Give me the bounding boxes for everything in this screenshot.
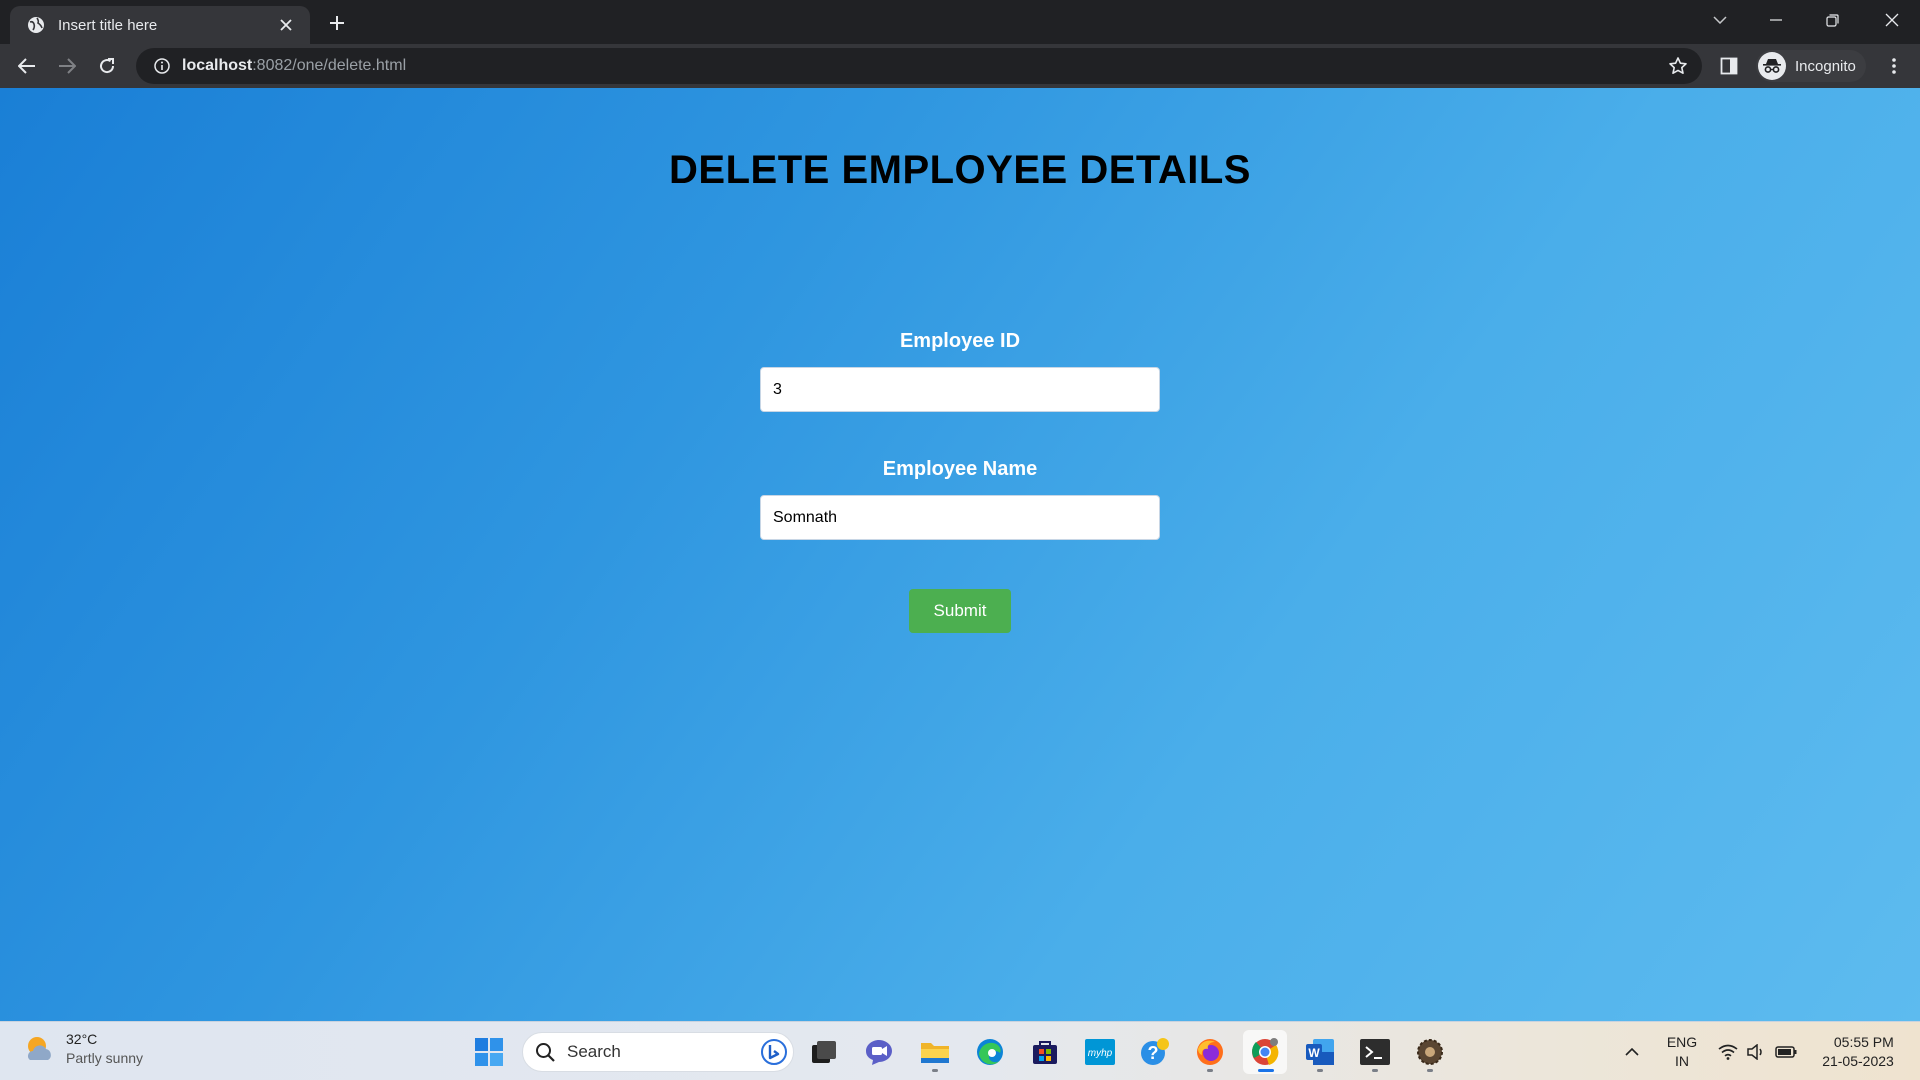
word-icon[interactable]: W bbox=[1298, 1030, 1342, 1074]
address-bar[interactable]: localhost:8082/one/delete.html bbox=[136, 48, 1702, 84]
running-indicator bbox=[1427, 1069, 1433, 1072]
url-path: :8082/one/delete.html bbox=[252, 57, 407, 74]
weather-condition: Partly sunny bbox=[66, 1050, 144, 1066]
chevron-up-icon[interactable] bbox=[1618, 1022, 1646, 1080]
language-line2: IN bbox=[1675, 1052, 1689, 1069]
url-text: localhost:8082/one/delete.html bbox=[182, 57, 406, 75]
clock-time: 05:55 PM bbox=[1833, 1033, 1894, 1050]
bing-icon[interactable] bbox=[759, 1037, 789, 1067]
svg-text:?: ? bbox=[1148, 1043, 1159, 1063]
weather-temperature: 32°C bbox=[66, 1031, 98, 1047]
svg-text:W: W bbox=[1308, 1046, 1320, 1060]
submit-button[interactable]: Submit bbox=[909, 589, 1011, 633]
terminal-icon[interactable] bbox=[1353, 1030, 1397, 1074]
incognito-profile-button[interactable]: Incognito bbox=[1756, 50, 1866, 82]
edge-icon[interactable] bbox=[968, 1030, 1012, 1074]
language-line1: ENG bbox=[1666, 1033, 1698, 1050]
browser-menu-icon[interactable] bbox=[1878, 50, 1910, 82]
close-window-button[interactable] bbox=[1864, 0, 1920, 40]
file-explorer-icon[interactable] bbox=[913, 1030, 957, 1074]
taskbar: 32°C Partly sunny Search myhp ? W ENG IN… bbox=[0, 1021, 1920, 1080]
clock[interactable]: 05:55 PM 21-05-2023 bbox=[1810, 1022, 1906, 1080]
running-indicator bbox=[1317, 1069, 1323, 1072]
settings-app-icon[interactable] bbox=[1408, 1030, 1452, 1074]
taskbar-search[interactable]: Search bbox=[522, 1032, 794, 1072]
task-view-icon[interactable] bbox=[802, 1030, 846, 1074]
weather-widget[interactable]: 32°C Partly sunny bbox=[22, 1030, 143, 1068]
help-icon[interactable]: ? bbox=[1133, 1030, 1177, 1074]
globe-icon bbox=[26, 15, 46, 35]
new-tab-button[interactable] bbox=[323, 9, 351, 37]
running-indicator bbox=[932, 1069, 938, 1072]
chrome-icon[interactable] bbox=[1243, 1030, 1287, 1074]
employee-name-input[interactable] bbox=[760, 495, 1160, 540]
browser-toolbar: localhost:8082/one/delete.html Incognito bbox=[0, 44, 1920, 88]
teams-chat-icon[interactable] bbox=[857, 1030, 901, 1074]
forward-button[interactable] bbox=[51, 50, 83, 82]
volume-icon[interactable] bbox=[1744, 1022, 1768, 1080]
running-indicator bbox=[1207, 1069, 1213, 1072]
running-indicator bbox=[1258, 1069, 1274, 1072]
side-panel-icon[interactable] bbox=[1713, 50, 1745, 82]
partly-sunny-icon bbox=[22, 1032, 56, 1066]
svg-text:myhp: myhp bbox=[1088, 1048, 1113, 1059]
minimize-button[interactable] bbox=[1748, 0, 1804, 40]
myhp-icon[interactable]: myhp bbox=[1078, 1030, 1122, 1074]
clock-date: 21-05-2023 bbox=[1822, 1052, 1894, 1069]
close-tab-icon[interactable] bbox=[274, 13, 298, 37]
page-content: DELETE EMPLOYEE DETAILS Employee ID Empl… bbox=[0, 88, 1920, 1021]
employee-id-label: Employee ID bbox=[899, 330, 1021, 352]
tab-strip: Insert title here bbox=[0, 0, 1920, 44]
restore-button[interactable] bbox=[1804, 0, 1860, 40]
url-host: localhost bbox=[182, 57, 253, 74]
employee-id-input[interactable] bbox=[760, 367, 1160, 412]
page-title: DELETE EMPLOYEE DETAILS bbox=[669, 148, 1251, 192]
search-placeholder: Search bbox=[567, 1042, 621, 1061]
windows-start-icon[interactable] bbox=[467, 1030, 511, 1074]
tab-title: Insert title here bbox=[58, 16, 158, 34]
reload-button[interactable] bbox=[91, 50, 123, 82]
employee-name-label: Employee Name bbox=[882, 458, 1038, 480]
language-indicator[interactable]: ENG IN bbox=[1662, 1022, 1702, 1080]
tab-search-chevron-icon[interactable] bbox=[1692, 0, 1748, 40]
incognito-icon bbox=[1758, 52, 1786, 80]
microsoft-store-icon[interactable] bbox=[1023, 1030, 1067, 1074]
incognito-label: Incognito bbox=[1795, 57, 1856, 75]
battery-icon[interactable] bbox=[1772, 1022, 1800, 1080]
wifi-icon[interactable] bbox=[1716, 1022, 1740, 1080]
browser-tab[interactable]: Insert title here bbox=[10, 6, 310, 44]
firefox-icon[interactable] bbox=[1188, 1030, 1232, 1074]
bookmark-star-icon[interactable] bbox=[1664, 52, 1692, 80]
search-icon bbox=[536, 1043, 555, 1062]
running-indicator bbox=[1372, 1069, 1378, 1072]
back-button[interactable] bbox=[11, 50, 43, 82]
site-info-icon[interactable] bbox=[142, 48, 182, 84]
